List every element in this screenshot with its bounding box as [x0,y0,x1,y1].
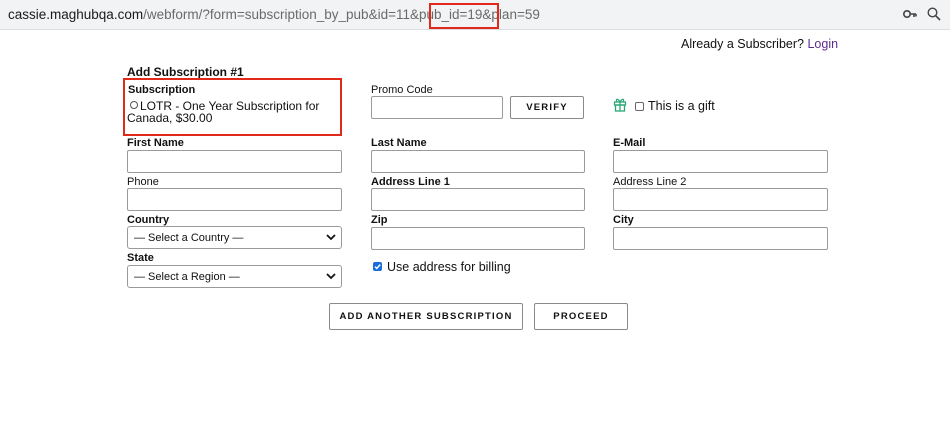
url-plan-highlight [429,3,499,29]
key-icon[interactable] [902,6,918,22]
email-label: E-Mail [613,137,646,149]
url-host: cassie.maghubqa.com [8,7,144,22]
phone-input[interactable] [127,188,342,211]
promo-code-input[interactable] [371,96,503,119]
state-select[interactable]: — Select a Region — [127,265,342,288]
address2-input[interactable] [613,188,828,211]
subscriber-login-row: Already a Subscriber? Login [681,37,838,51]
email-input[interactable] [613,150,828,173]
zip-label: Zip [371,214,388,226]
proceed-button[interactable]: PROCEED [534,303,628,330]
gift-label: This is a gift [648,99,715,113]
promo-code-label: Promo Code [371,84,433,96]
subscription-label: Subscription [128,84,196,96]
last-name-label: Last Name [371,137,427,149]
subscription-radio[interactable] [130,101,138,109]
subscription-option-line2: Canada, $30.00 [127,111,213,125]
verify-button[interactable]: VERIFY [510,96,584,119]
last-name-input[interactable] [371,150,585,173]
city-label: City [613,214,634,226]
login-link[interactable]: Login [807,37,838,51]
add-another-subscription-button[interactable]: ADD ANOTHER SUBSCRIPTION [329,303,523,330]
gift-icon [613,98,627,112]
first-name-input[interactable] [127,150,342,173]
zoom-icon[interactable] [926,6,942,22]
state-label: State [127,252,154,264]
phone-label: Phone [127,176,159,188]
address2-label: Address Line 2 [613,176,687,188]
state-selected-value: — Select a Region — [134,271,240,283]
chevron-down-icon [326,273,336,280]
chevron-down-icon [326,234,336,241]
city-input[interactable] [613,227,828,250]
first-name-label: First Name [127,137,184,149]
address1-input[interactable] [371,188,585,211]
subscriber-prompt: Already a Subscriber? [681,37,804,51]
country-select[interactable]: — Select a Country — [127,226,342,249]
zip-input[interactable] [371,227,585,250]
country-selected-value: — Select a Country — [134,232,244,244]
billing-checkbox[interactable] [373,262,382,271]
gift-checkbox[interactable] [635,102,644,111]
form-title: Add Subscription #1 [127,65,244,79]
address1-label: Address Line 1 [371,176,450,188]
country-label: Country [127,214,170,226]
billing-label: Use address for billing [387,260,511,274]
checkmark-icon [374,264,381,270]
